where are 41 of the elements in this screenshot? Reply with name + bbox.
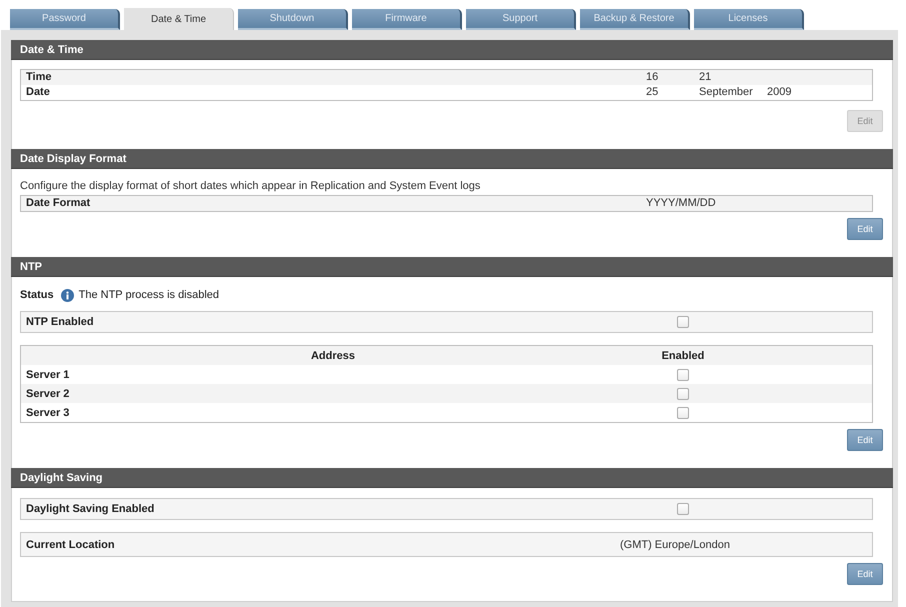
row-label: Time bbox=[26, 70, 52, 85]
row-value: 2009 bbox=[767, 85, 792, 100]
tab[interactable]: Firmware bbox=[352, 9, 462, 30]
row-value: 25 bbox=[646, 85, 658, 100]
checkbox[interactable] bbox=[677, 503, 689, 515]
edit-button[interactable]: Edit bbox=[847, 429, 883, 451]
server-label: Server 3 bbox=[26, 406, 70, 418]
section-header: NTP bbox=[11, 257, 893, 277]
row-label: Date bbox=[26, 85, 50, 100]
tab[interactable]: Shutdown bbox=[238, 9, 348, 30]
row-value: (GMT) Europe/London bbox=[620, 538, 730, 550]
info-icon bbox=[60, 288, 74, 302]
row-value: YYYY/MM/DD bbox=[646, 196, 716, 211]
server-label: Server 1 bbox=[26, 368, 70, 380]
section-header: Daylight Saving bbox=[11, 468, 893, 488]
section-header: Date Display Format bbox=[11, 149, 893, 169]
row-label: Current Location bbox=[26, 538, 115, 550]
edit-button[interactable]: Edit bbox=[847, 563, 883, 585]
edit-button[interactable]: Edit bbox=[847, 218, 883, 240]
tab[interactable]: Licenses bbox=[694, 9, 804, 30]
row-label: Date Format bbox=[26, 196, 90, 211]
row-label: NTP Enabled bbox=[26, 316, 94, 328]
checkbox[interactable] bbox=[677, 388, 689, 400]
checkbox[interactable] bbox=[677, 368, 689, 380]
tab[interactable]: Backup & Restore bbox=[580, 9, 690, 30]
row-value: 16 bbox=[646, 70, 658, 85]
tab[interactable]: Support bbox=[466, 9, 576, 30]
checkbox[interactable] bbox=[677, 406, 689, 418]
description-text: Configure the display format of short dates which appear in Replication and System Event logs bbox=[20, 180, 480, 193]
section-header: Date & Time bbox=[11, 40, 893, 60]
tab[interactable]: Date & Time bbox=[124, 8, 234, 30]
status-label: Status bbox=[20, 288, 54, 302]
tab[interactable]: Password bbox=[10, 9, 120, 30]
checkbox[interactable] bbox=[677, 316, 689, 328]
status-text: The NTP process is disabled bbox=[78, 288, 220, 302]
column-header: Address bbox=[310, 350, 356, 362]
column-header: Enabled bbox=[662, 350, 704, 362]
row-value: September bbox=[699, 85, 753, 100]
row-label: Daylight Saving Enabled bbox=[26, 503, 154, 515]
row-value: 21 bbox=[699, 70, 712, 85]
server-label: Server 2 bbox=[26, 388, 70, 400]
